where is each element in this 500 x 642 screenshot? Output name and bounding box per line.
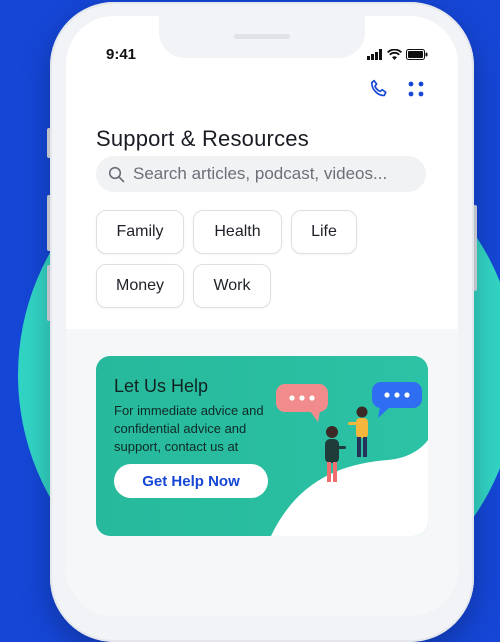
category-chip-work[interactable]: Work	[193, 264, 271, 308]
phone-icon[interactable]	[368, 78, 390, 105]
category-chip-money[interactable]: Money	[96, 264, 184, 308]
search-icon	[108, 166, 125, 183]
phone-screen: 9:41 Support & Resources Family Health L…	[66, 16, 458, 616]
phone-notch	[159, 16, 365, 58]
search-input[interactable]	[133, 164, 413, 184]
category-chip-family[interactable]: Family	[96, 210, 184, 254]
get-help-button[interactable]: Get Help Now	[114, 464, 268, 498]
help-card: Let Us Help For immediate advice and con…	[96, 356, 428, 536]
battery-icon	[406, 47, 428, 65]
wifi-icon	[386, 47, 403, 65]
category-chip-health[interactable]: Health	[193, 210, 282, 254]
search-bar[interactable]	[96, 156, 426, 192]
chat-bubble-icon	[372, 382, 422, 418]
signal-icon	[367, 47, 383, 65]
chat-bubble-icon	[276, 384, 328, 422]
help-card-body: For immediate advice and confidential ad…	[114, 403, 264, 454]
category-chip-life[interactable]: Life	[291, 210, 357, 254]
help-card-title: Let Us Help	[114, 376, 209, 396]
grid-menu-icon[interactable]	[408, 81, 424, 102]
page-title: Support & Resources	[96, 126, 309, 151]
person-figure-right	[348, 406, 368, 457]
speaker-grill	[234, 34, 290, 39]
status-icons	[367, 47, 428, 65]
status-time: 9:41	[106, 46, 137, 63]
header-actions	[368, 78, 424, 105]
